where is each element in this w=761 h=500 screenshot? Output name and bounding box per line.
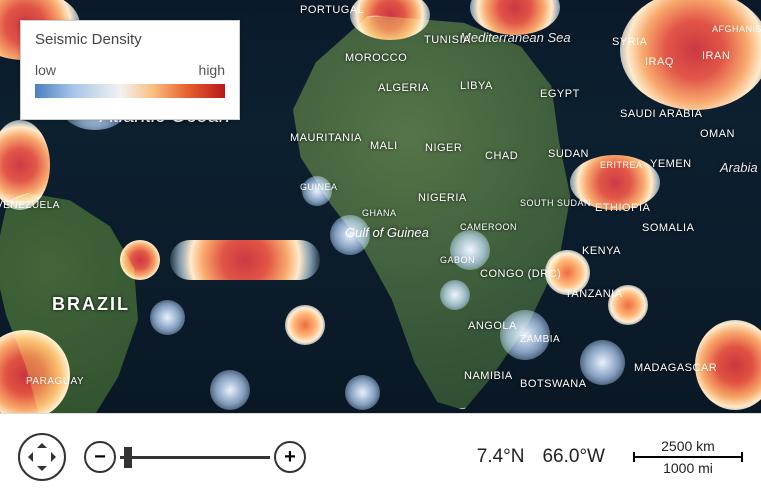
ocean-label-mediterranean: Mediterranean Sea (460, 30, 571, 45)
ocean-label-arabia: Arabia (720, 160, 758, 175)
ocean-label-gulf-of-guinea: Gulf of Guinea (345, 225, 429, 240)
heat-blob (345, 375, 380, 410)
zoom-control: − + (84, 441, 306, 473)
controls-bar: − + 7.4°N 66.0°W 2500 km 1000 mi (0, 413, 761, 500)
longitude-value: 66.0°W (542, 446, 605, 468)
country-label-portugal: PORTUGAL (300, 4, 364, 16)
heat-blob (580, 340, 625, 385)
country-label-iraq: IRAQ (645, 56, 674, 68)
country-label-ethiopia: ETHIOPIA (595, 202, 650, 214)
heat-blob (620, 0, 761, 110)
latitude-value: 7.4°N (477, 446, 525, 468)
heat-blob (570, 155, 660, 210)
scale-km-label: 2500 km (661, 438, 715, 454)
pan-down-icon[interactable] (37, 466, 47, 476)
heat-blob (170, 240, 320, 280)
heat-blob (608, 285, 648, 325)
pan-left-icon[interactable] (23, 452, 33, 462)
zoom-slider-track[interactable] (120, 456, 270, 459)
pan-control[interactable] (18, 433, 66, 481)
country-label-oman: OMAN (700, 128, 735, 140)
country-label-zambia: ZAMBIA (520, 334, 560, 345)
continent-south-america (0, 190, 170, 413)
pan-up-icon[interactable] (37, 438, 47, 448)
country-label-somalia: SOMALIA (642, 222, 694, 234)
legend-gradient (35, 84, 225, 98)
country-label-yemen: YEMEN (650, 158, 692, 170)
legend-panel: Seismic Density low high (20, 20, 240, 120)
map-canvas[interactable]: Atlantic Ocean Sargasso Sea Gulf of Guin… (0, 0, 761, 413)
legend-title: Seismic Density (35, 31, 225, 48)
country-label-botswana: BOTSWANA (520, 378, 587, 390)
scale-indicator: 2500 km 1000 mi (633, 438, 743, 476)
country-label-saudi-arabia: SAUDI ARABIA (620, 108, 702, 120)
heat-blob (285, 305, 325, 345)
country-label-syria: SYRIA (612, 36, 648, 48)
legend-high-label: high (199, 62, 225, 78)
heat-blob (150, 300, 185, 335)
zoom-slider-handle[interactable] (124, 447, 132, 468)
pan-right-icon[interactable] (51, 452, 61, 462)
continent-africa (255, 15, 635, 410)
country-label-madagascar: MADAGASCAR (634, 362, 717, 374)
country-label-kenya: KENYA (582, 245, 621, 257)
heat-blob (695, 320, 761, 410)
legend-low-label: low (35, 62, 56, 78)
zoom-out-button[interactable]: − (84, 441, 116, 473)
country-label-iran: IRAN (702, 50, 730, 62)
coordinates-readout: 7.4°N 66.0°W (477, 446, 605, 468)
country-label-eritrea: ERITREA (600, 160, 643, 170)
country-label-afghanistan: AFGHANISTAN (712, 24, 761, 34)
country-label-tanzania: TANZANIA (565, 288, 623, 300)
scale-bar (633, 456, 743, 458)
heat-blob (210, 370, 250, 410)
zoom-in-button[interactable]: + (274, 441, 306, 473)
scale-mi-label: 1000 mi (663, 460, 713, 476)
